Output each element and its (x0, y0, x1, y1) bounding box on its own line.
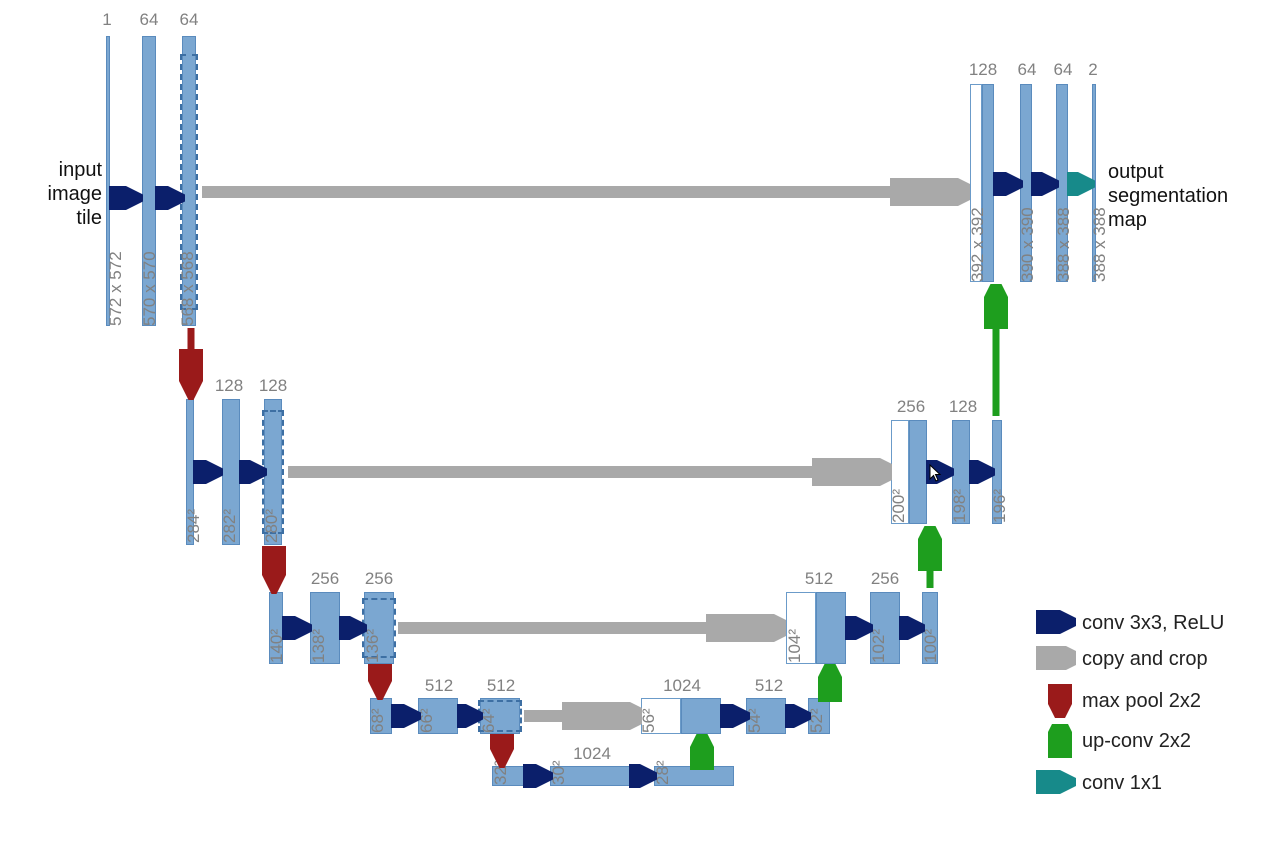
arrow-conv-l0-0 (109, 186, 143, 210)
arrow-conv-l2-1 (339, 616, 367, 640)
legend-conv: conv 3x3, ReLU (1082, 612, 1224, 635)
ch-l3-1: 512 (482, 676, 520, 696)
output-label: output segmentation map (1108, 160, 1228, 232)
ch-r4-0: 1024 (660, 676, 704, 696)
dec2-cat (816, 592, 846, 664)
sz-l1-2: 280² (262, 509, 282, 543)
arrow-up-0 (984, 284, 1008, 422)
sz-l3-0: 68² (368, 708, 388, 733)
sz-l2-1: 138² (309, 629, 329, 663)
sz-r2-0: 200² (889, 489, 909, 523)
arrow-up-1 (918, 526, 942, 594)
arrow-conv-r1-1 (969, 460, 995, 484)
arrow-conv-r2-0 (845, 616, 873, 640)
arrow-up-3 (690, 734, 714, 770)
ch-r2-1: 128 (944, 397, 982, 417)
legend-upconv: up-conv 2x2 (1082, 730, 1191, 753)
ch-l0-1: 64 (136, 10, 162, 30)
sz-r1-2: 388 x 388 (1054, 207, 1074, 282)
arrow-conv-l1-1 (239, 460, 267, 484)
legend-conv1-icon (1036, 770, 1076, 794)
legend-copy: copy and crop (1082, 648, 1208, 671)
dec3-cat (681, 698, 721, 734)
arrow-conv-l3-0 (391, 704, 421, 728)
ch-r4-1: 512 (750, 676, 788, 696)
legend-pool-icon (1048, 684, 1072, 718)
arrow-skip-1 (288, 458, 892, 486)
legend-conv-icon (1036, 610, 1076, 634)
ch-l1-1: 128 (256, 376, 290, 396)
arrow-conv-l0-1 (155, 186, 185, 210)
ch-l3-0: 512 (420, 676, 458, 696)
sz-l0-2: 568 x 568 (178, 251, 198, 326)
arrow-skip-0 (202, 178, 970, 206)
cursor-icon (929, 464, 943, 482)
arrow-conv-r0-1 (1031, 172, 1059, 196)
ch-l4-0: 1024 (570, 744, 614, 764)
legend-copy-icon (1036, 646, 1076, 670)
sz-l1-0: 284² (184, 509, 204, 543)
ch-r1-0: 128 (964, 60, 1002, 80)
legend-pool: max pool 2x2 (1082, 690, 1201, 713)
ch-l2-0: 256 (306, 569, 344, 589)
ch-l2-1: 256 (360, 569, 398, 589)
sz-r1-3: 388 x 388 (1090, 207, 1110, 282)
ch-l0-0: 1 (100, 10, 114, 30)
legend-conv1: conv 1x1 (1082, 772, 1162, 795)
arrow-pool-2 (368, 664, 392, 700)
sz-r2-1: 198² (950, 489, 970, 523)
arrow-conv-l4-1 (629, 764, 657, 788)
sz-l1-1: 282² (220, 509, 240, 543)
arrow-conv-l2-0 (282, 616, 312, 640)
arrow-skip-3 (524, 702, 642, 730)
arrow-conv-l3-1 (457, 704, 483, 728)
ch-r3-1: 256 (866, 569, 904, 589)
ch-l1-0: 128 (212, 376, 246, 396)
sz-l0-1: 570 x 570 (140, 251, 160, 326)
ch-r1-1: 64 (1014, 60, 1040, 80)
arrow-skip-2 (398, 614, 786, 642)
ch-r1-3: 2 (1086, 60, 1100, 80)
arrow-up-2 (818, 664, 842, 702)
sz-r1-0: 392 x 392 (968, 207, 988, 282)
arrow-conv-r2-1 (899, 616, 925, 640)
sz-r3-0: 104² (785, 629, 805, 663)
arrow-conv-l1-0 (193, 460, 223, 484)
ch-r1-2: 64 (1050, 60, 1076, 80)
ch-r3-0: 512 (800, 569, 838, 589)
sz-r4-0: 56² (639, 708, 659, 733)
arrow-pool-0 (179, 328, 203, 400)
sz-r2-2: 196² (990, 489, 1010, 523)
dec1-cat (909, 420, 927, 524)
arrow-conv-r3-1 (785, 704, 811, 728)
arrow-conv-l4-0 (523, 764, 553, 788)
legend-upconv-icon (1048, 724, 1072, 758)
arrow-conv1x1 (1067, 172, 1095, 196)
arrow-pool-3 (490, 734, 514, 768)
input-label: input image tile (42, 158, 102, 230)
sz-r1-1: 390 x 390 (1018, 207, 1038, 282)
arrow-conv-r0-0 (993, 172, 1023, 196)
ch-l0-2: 64 (176, 10, 202, 30)
arrow-conv-r3-0 (720, 704, 750, 728)
arrow-pool-1 (262, 546, 286, 594)
ch-r2-0: 256 (892, 397, 930, 417)
unet-diagram: { "labels":{ "input":"input\nimage\ntile… (0, 0, 1287, 850)
sz-l0-0: 572 x 572 (106, 251, 126, 326)
